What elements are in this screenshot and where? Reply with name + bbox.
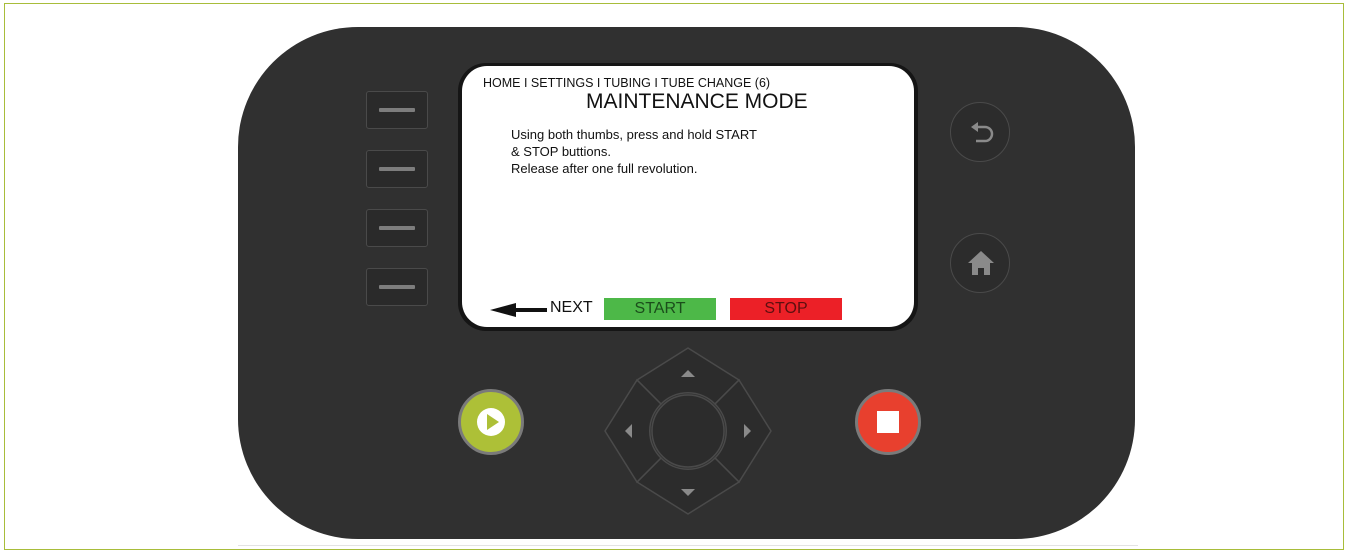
stop-square-icon: [877, 411, 899, 433]
breadcrumb: HOME I SETTINGS I TUBING I TUBE CHANGE (…: [483, 76, 771, 90]
soft-key-2[interactable]: [366, 150, 428, 188]
soft-key-3[interactable]: [366, 209, 428, 247]
home-button[interactable]: [950, 233, 1010, 293]
back-button[interactable]: [950, 102, 1010, 162]
stop-label-button[interactable]: STOP: [730, 298, 842, 320]
instruction-line: Release after one full revolution.: [511, 161, 698, 176]
page-title: MAINTENANCE MODE: [586, 90, 808, 113]
divider: [238, 545, 1138, 546]
dash-icon: [379, 226, 415, 230]
instructions: Using both thumbs, press and hold START …: [511, 126, 757, 177]
left-arrow-icon: [490, 303, 547, 317]
dash-icon: [379, 108, 415, 112]
display-screen: HOME I SETTINGS I TUBING I TUBE CHANGE (…: [462, 66, 914, 327]
next-label[interactable]: NEXT: [550, 299, 593, 317]
dpad-center-button[interactable]: [651, 394, 725, 468]
dash-icon: [379, 167, 415, 171]
start-label-button[interactable]: START: [604, 298, 716, 320]
play-icon: [477, 408, 505, 436]
home-icon: [968, 251, 994, 275]
dash-icon: [379, 285, 415, 289]
soft-key-1[interactable]: [366, 91, 428, 129]
back-arrow-icon: [971, 122, 994, 143]
stop-button[interactable]: [855, 389, 921, 455]
instruction-line: Using both thumbs, press and hold START: [511, 127, 757, 142]
directional-pad: [604, 347, 772, 515]
start-button[interactable]: [458, 389, 524, 455]
instruction-line: & STOP buttions.: [511, 144, 611, 159]
soft-key-4[interactable]: [366, 268, 428, 306]
